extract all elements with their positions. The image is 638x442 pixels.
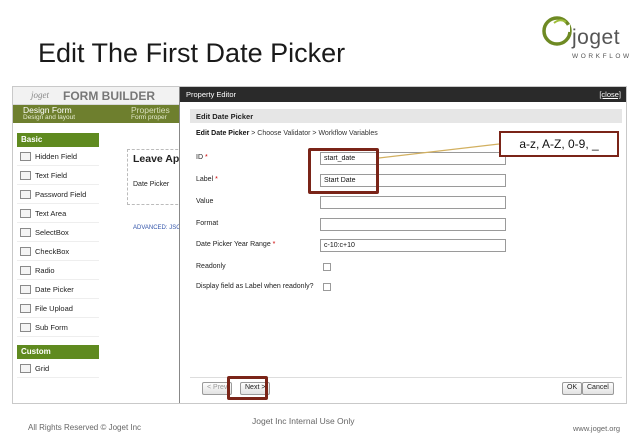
palette-item-label: SelectBox: [35, 227, 69, 237]
radio-icon: [20, 265, 31, 275]
tab-design-form-sub: Design and layout: [23, 114, 76, 121]
text-area-icon: [20, 208, 31, 218]
readonly-label: Readonly: [196, 263, 226, 270]
tab-design-form[interactable]: Design Form Design and layout: [23, 106, 75, 122]
ok-button[interactable]: OK: [562, 382, 583, 395]
palette-item-label: CheckBox: [35, 246, 70, 256]
canvas-date-picker-field[interactable]: Date Picker: [133, 181, 169, 188]
tab-properties[interactable]: Properties Form proper: [131, 106, 170, 122]
id-format-callout: a-z, A-Z, 0-9, _: [499, 131, 619, 157]
palette-item-label: File Upload: [35, 303, 73, 313]
password-field-icon: [20, 189, 31, 199]
dialog-title: Property Editor: [186, 90, 237, 99]
id-label-text: ID: [196, 154, 203, 161]
text-field-icon: [20, 170, 31, 180]
palette-item-label: Date Picker: [35, 284, 74, 294]
breadcrumb-current: Edit Date Picker: [196, 130, 250, 137]
form-builder-tabs: Design Form Design and layout Properties…: [13, 105, 183, 123]
palette-item-label: Text Field: [35, 170, 68, 180]
label-label-text: Label: [196, 176, 214, 183]
palette-item-label: Hidden Field: [35, 151, 78, 161]
year-range-label-text: Date Picker Year Range: [196, 241, 271, 248]
palette-item[interactable]: Text Field: [17, 166, 99, 185]
palette-item[interactable]: CheckBox: [17, 242, 99, 261]
palette-item[interactable]: SelectBox: [17, 223, 99, 242]
dialog-section-header: Edit Date Picker: [190, 109, 622, 123]
breadcrumb-rest: > Choose Validator > Workflow Variables: [249, 130, 378, 137]
checkbox-icon: [20, 246, 31, 256]
form-builder-logo: joget: [31, 90, 49, 100]
footer-copyright: All Rights Reserved © Joget Inc: [28, 423, 142, 432]
palette-item[interactable]: Hidden Field: [17, 147, 99, 166]
element-palette: Basic Hidden Field Text Field Password Fie…: [17, 133, 99, 403]
palette-item-label: Grid: [35, 363, 50, 373]
dialog-close-link[interactable]: [close]: [599, 90, 621, 99]
palette-item[interactable]: Text Area: [17, 204, 99, 223]
palette-item[interactable]: Password Field: [17, 185, 99, 204]
palette-item-label: Password Field: [35, 189, 87, 199]
label-label: Label *: [196, 176, 218, 183]
form-canvas-title: Leave App: [133, 153, 186, 165]
value-field[interactable]: [320, 196, 506, 209]
dialog-breadcrumb: Edit Date Picker > Choose Validator > Wo…: [196, 130, 378, 137]
palette-item[interactable]: Grid: [17, 359, 99, 378]
footer-internal-notice: Joget Inc Internal Use Only: [252, 416, 355, 426]
hidden-field-icon: [20, 151, 31, 161]
slide-title: Edit The First Date Picker: [38, 38, 346, 68]
year-range-field[interactable]: [320, 239, 506, 252]
format-field[interactable]: [320, 218, 506, 231]
footer-website[interactable]: www.joget.org: [573, 424, 620, 433]
value-label: Value: [196, 198, 214, 205]
file-upload-icon: [20, 303, 31, 313]
palette-item-label: Radio: [35, 265, 55, 275]
palette-item[interactable]: Sub Form: [17, 318, 99, 337]
selectbox-icon: [20, 227, 31, 237]
palette-item[interactable]: File Upload: [17, 299, 99, 318]
format-label: Format: [196, 220, 219, 227]
grid-icon: [20, 363, 31, 373]
form-canvas: Leave App Date Picker ADVANCED: JSON: [105, 133, 186, 403]
next-button-highlight: [227, 376, 268, 400]
logo-wordmark: joget: [572, 26, 621, 49]
display-as-label-checkbox[interactable]: [323, 283, 331, 291]
date-picker-icon: [20, 284, 31, 294]
palette-item-label: Sub Form: [35, 322, 68, 332]
id-label-highlight: [308, 148, 379, 194]
year-range-label: Date Picker Year Range *: [196, 241, 275, 248]
cancel-button[interactable]: Cancel: [582, 382, 614, 395]
palette-item[interactable]: Radio: [17, 261, 99, 280]
id-label: ID *: [196, 154, 208, 161]
joget-logo-icon: [542, 16, 572, 46]
readonly-checkbox[interactable]: [323, 263, 331, 271]
tab-properties-sub: Form proper: [131, 114, 167, 121]
palette-item-label: Text Area: [35, 208, 67, 218]
form-builder-header: joget FORM BUILDER: [13, 87, 183, 105]
palette-item[interactable]: Date Picker: [17, 280, 99, 299]
palette-header-basic: Basic: [17, 133, 99, 147]
palette-header-custom: Custom: [17, 345, 99, 359]
label-required-mark: *: [215, 176, 218, 183]
sub-form-icon: [20, 322, 31, 332]
year-range-required-mark: *: [272, 241, 276, 248]
display-as-label-label: Display field as Label when readonly?: [196, 283, 314, 290]
form-builder-title: FORM BUILDER: [63, 89, 155, 103]
dialog-titlebar: Property Editor [close]: [180, 87, 626, 102]
id-required-mark: *: [204, 154, 208, 161]
logo-subtitle: WORKFLOW: [572, 53, 632, 60]
advanced-json-link[interactable]: ADVANCED: JSON: [133, 225, 185, 231]
